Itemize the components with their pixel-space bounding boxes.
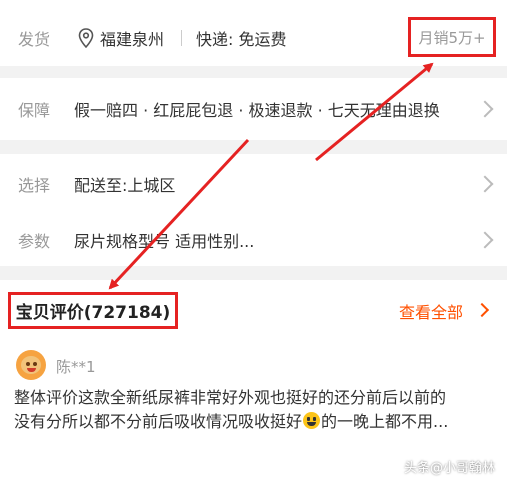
grinning-face-icon <box>303 412 321 429</box>
review-title: 宝贝评价(727184) <box>15 303 171 323</box>
watermark: 头条@小哥翰林 <box>403 461 495 476</box>
location-pin-icon <box>78 28 94 48</box>
shipping-fee: 快递: 免运费 <box>196 30 287 49</box>
select-label: 选择 <box>18 176 51 195</box>
shipping-label: 发货 <box>18 30 51 49</box>
review-line-1: 整体评价这款全新纸尿裤非常好外观也挺好的还分前后以前的 <box>14 388 447 407</box>
chevron-right-icon <box>476 100 494 118</box>
params-value: 尿片规格型号 适用性别... <box>74 232 255 251</box>
divider <box>181 30 182 46</box>
options-section: 选择 配送至:上城区 参数 尿片规格型号 适用性别... <box>0 154 507 266</box>
review-title-highlight: 宝贝评价(727184) <box>8 292 178 329</box>
params-row[interactable]: 参数 尿片规格型号 适用性别... <box>0 212 507 268</box>
shipping-location: 福建泉州 <box>100 30 165 49</box>
guarantee-label: 保障 <box>18 101 51 120</box>
review-text[interactable]: 整体评价这款全新纸尿裤非常好外观也挺好的还分前后以前的 没有分所以都不分前后吸收… <box>14 386 494 434</box>
delivery-location: 配送至:上城区 <box>74 176 176 195</box>
monthly-sales-highlight: 月销5万+ <box>408 17 496 57</box>
review-line-2-end: 的一晚上都不用... <box>321 412 449 431</box>
guarantee-section[interactable]: 保障 假一赔四 · 红屁屁包退 · 极速退款 · 七天无理由退换 <box>0 78 507 140</box>
chevron-right-icon <box>476 231 494 249</box>
params-label: 参数 <box>18 232 51 251</box>
chevron-right-icon <box>476 175 494 193</box>
review-line-2-start: 没有分所以都不分前后吸收情况吸收挺好 <box>14 412 303 431</box>
monthly-sales: 月销5万+ <box>418 28 486 47</box>
shipping-section: 发货 福建泉州 快递: 免运费 月销5万+ <box>0 0 507 66</box>
avatar <box>16 350 46 380</box>
guarantee-row[interactable]: 保障 假一赔四 · 红屁屁包退 · 极速退款 · 七天无理由退换 <box>0 78 507 140</box>
review-line-2: 没有分所以都不分前后吸收情况吸收挺好 的一晚上都不用... <box>14 410 494 434</box>
see-all-link[interactable]: 查看全部 <box>399 299 463 323</box>
select-row[interactable]: 选择 配送至:上城区 <box>0 156 507 212</box>
reviewer-name: 陈**1 <box>56 358 96 376</box>
guarantee-value: 假一赔四 · 红屁屁包退 · 极速退款 · 七天无理由退换 <box>74 101 440 120</box>
